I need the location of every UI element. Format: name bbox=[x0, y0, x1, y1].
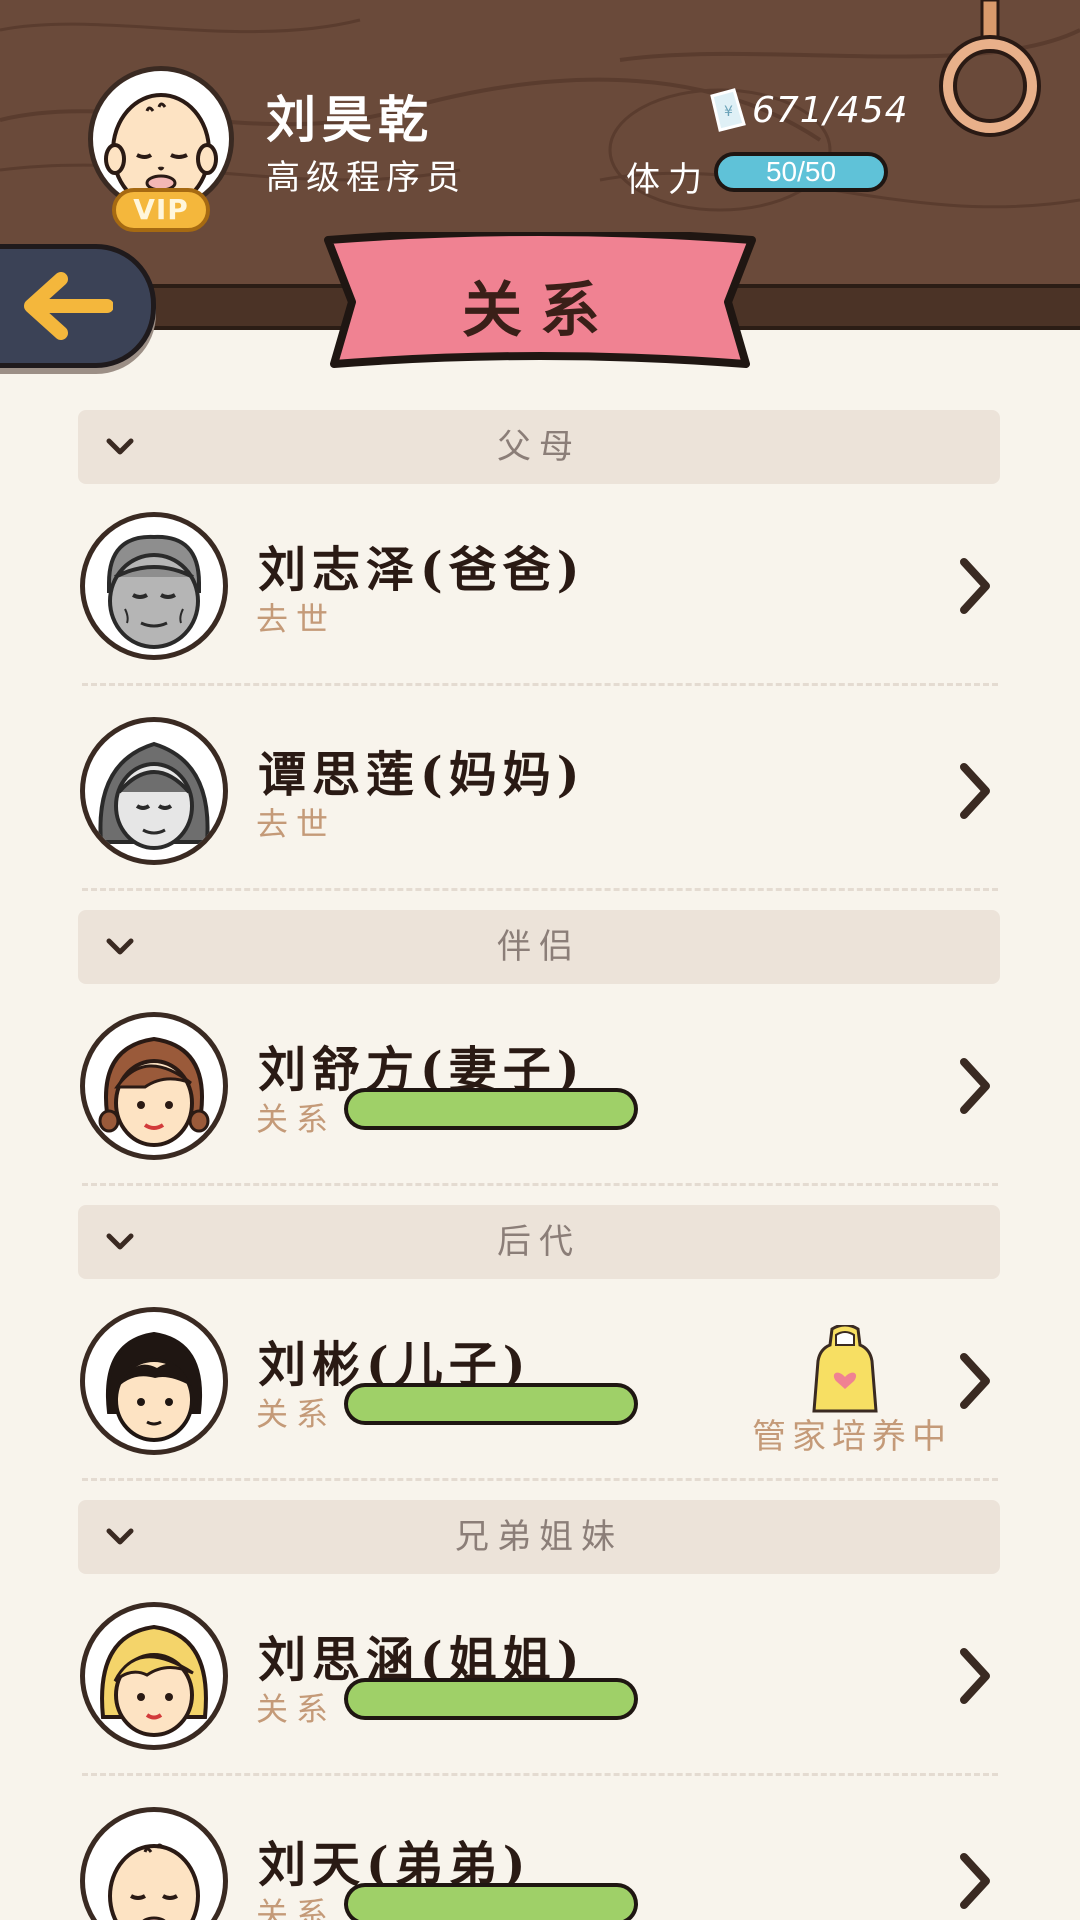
chevron-right-icon[interactable] bbox=[958, 1851, 992, 1911]
portrait bbox=[80, 1807, 228, 1920]
wife-portrait-icon bbox=[98, 1036, 210, 1147]
butler-training-status: 管家培养中 bbox=[752, 1417, 952, 1457]
section-header-parents[interactable]: 父母 bbox=[78, 410, 1000, 484]
relation-label: 关系 bbox=[256, 1395, 337, 1433]
section-label: 兄弟姐妹 bbox=[455, 1517, 623, 1557]
relation-bar-fill bbox=[348, 1092, 634, 1126]
relation-label: 关系 bbox=[256, 1100, 337, 1138]
relation-bar bbox=[344, 1678, 638, 1720]
section-header-siblings[interactable]: 兄弟姐妹 bbox=[78, 1500, 1000, 1574]
brother-portrait-icon bbox=[108, 1843, 200, 1920]
member-status: 去世 bbox=[256, 600, 337, 638]
member-name: 谭思莲(妈妈) bbox=[258, 747, 586, 803]
stamina-bar: 50/50 bbox=[714, 152, 888, 192]
section-label: 后代 bbox=[497, 1222, 581, 1262]
chevron-right-icon[interactable] bbox=[958, 761, 992, 821]
list-item-mother[interactable]: 谭思莲(妈妈) 去世 bbox=[78, 687, 1000, 891]
section-label: 伴侣 bbox=[497, 927, 581, 967]
settings-ring-icon[interactable] bbox=[938, 0, 1042, 140]
back-button[interactable] bbox=[0, 244, 156, 368]
vip-badge[interactable]: VIP bbox=[112, 188, 210, 232]
member-status: 去世 bbox=[256, 805, 337, 843]
divider bbox=[82, 683, 998, 686]
player-job-title: 高级程序员 bbox=[266, 158, 466, 198]
relation-bar-fill bbox=[348, 1387, 634, 1421]
bald-man-icon bbox=[104, 93, 218, 207]
list-item-father[interactable]: 刘志泽(爸爸) 去世 bbox=[78, 482, 1000, 686]
portrait bbox=[80, 1602, 228, 1750]
member-name: 刘志泽(爸爸) bbox=[258, 542, 586, 598]
relation-bar-fill bbox=[348, 1887, 634, 1920]
chevron-right-icon[interactable] bbox=[958, 556, 992, 616]
chevron-right-icon[interactable] bbox=[958, 1351, 992, 1411]
divider bbox=[82, 1183, 998, 1186]
divider bbox=[82, 1478, 998, 1481]
son-portrait-icon bbox=[106, 1331, 202, 1442]
list-item-wife[interactable]: 刘舒方(妻子) 关系 bbox=[78, 982, 1000, 1186]
stamina-label: 体力 bbox=[626, 160, 710, 200]
divider bbox=[82, 1773, 998, 1776]
chevron-right-icon[interactable] bbox=[958, 1646, 992, 1706]
sister-portrait-icon bbox=[100, 1624, 208, 1737]
relation-label: 关系 bbox=[256, 1895, 337, 1920]
section-header-children[interactable]: 后代 bbox=[78, 1205, 1000, 1279]
portrait bbox=[80, 512, 228, 660]
elderly-woman-gray-icon bbox=[98, 741, 210, 850]
chevron-right-icon[interactable] bbox=[958, 1056, 992, 1116]
section-header-partner[interactable]: 伴侣 bbox=[78, 910, 1000, 984]
money-bill-icon: ¥ bbox=[710, 88, 746, 132]
money-value: 671/454 bbox=[752, 90, 909, 131]
list-item-sister[interactable]: 刘思涵(姐姐) 关系 bbox=[78, 1572, 1000, 1776]
portrait bbox=[80, 1307, 228, 1455]
portrait bbox=[80, 1012, 228, 1160]
relation-bar bbox=[344, 1383, 638, 1425]
elderly-man-gray-icon bbox=[107, 534, 201, 649]
list-item-son[interactable]: 刘彬(儿子) 关系 管家培养中 bbox=[78, 1277, 1000, 1481]
relation-bar-fill bbox=[348, 1682, 634, 1716]
page-title: 关系 bbox=[462, 276, 618, 346]
list-item-brother[interactable]: 刘天(弟弟) 关系 bbox=[78, 1777, 1000, 1920]
section-label: 父母 bbox=[497, 427, 581, 467]
player-name: 刘昊乾 bbox=[266, 90, 434, 149]
apron-icon bbox=[812, 1325, 878, 1413]
divider bbox=[82, 888, 998, 891]
relation-bar bbox=[344, 1883, 638, 1920]
back-arrow-icon bbox=[24, 272, 113, 340]
portrait bbox=[80, 717, 228, 865]
relation-bar bbox=[344, 1088, 638, 1130]
svg-text:¥: ¥ bbox=[724, 104, 733, 120]
relation-label: 关系 bbox=[256, 1690, 337, 1728]
